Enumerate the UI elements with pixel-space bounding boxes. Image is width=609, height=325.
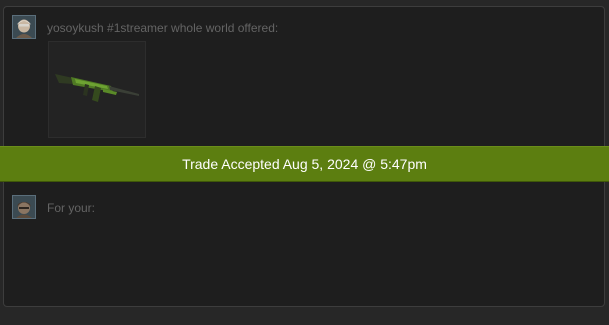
user-avatar-icon — [13, 16, 35, 38]
assault-rifle-green-skin-icon — [55, 74, 139, 102]
offer-header: yosoykush #1streamer whole world offered… — [47, 21, 279, 35]
trade-status-banner: Trade Accepted Aug 5, 2024 @ 5:47pm — [0, 146, 609, 182]
offerer-avatar[interactable] — [12, 15, 36, 39]
user-avatar-icon — [13, 196, 35, 218]
receive-header: For your: — [47, 201, 96, 215]
receiver-avatar[interactable] — [12, 195, 36, 219]
offered-item[interactable] — [48, 41, 146, 138]
